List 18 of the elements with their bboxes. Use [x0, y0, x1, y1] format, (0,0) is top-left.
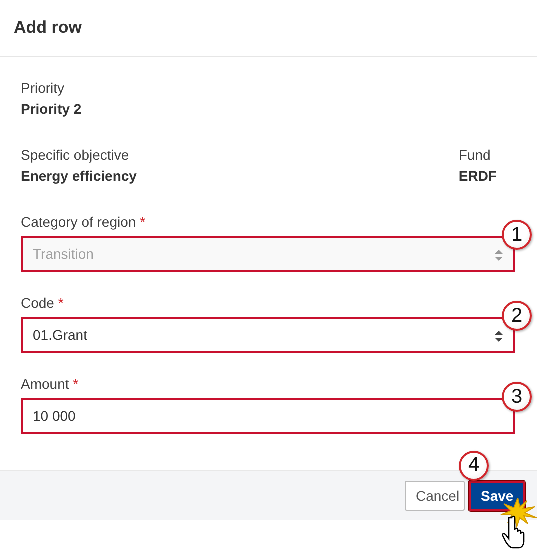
info-value: Energy efficiency	[21, 167, 137, 185]
info-label: Priority	[21, 79, 66, 97]
sort-arrows-icon	[495, 331, 503, 342]
info-label: Fund	[458, 146, 492, 164]
callout-number: 1	[502, 220, 532, 250]
callout-number: 3	[502, 382, 532, 412]
dialog-title: Add row	[14, 18, 82, 38]
save-button[interactable]: Save	[469, 480, 525, 510]
callout-number: 2	[502, 301, 532, 331]
info-label: Specific objective	[21, 146, 130, 164]
cancel-button[interactable]: Cancel	[405, 480, 465, 510]
callout-number: 4	[459, 450, 489, 480]
sort-arrows-icon	[495, 250, 503, 261]
field-label: Amount *	[21, 375, 80, 393]
field-label: Code *	[21, 294, 65, 312]
info-value: ERDF	[458, 167, 497, 185]
field-label: Category of region *	[21, 213, 147, 231]
info-value: Priority 2	[21, 100, 82, 118]
